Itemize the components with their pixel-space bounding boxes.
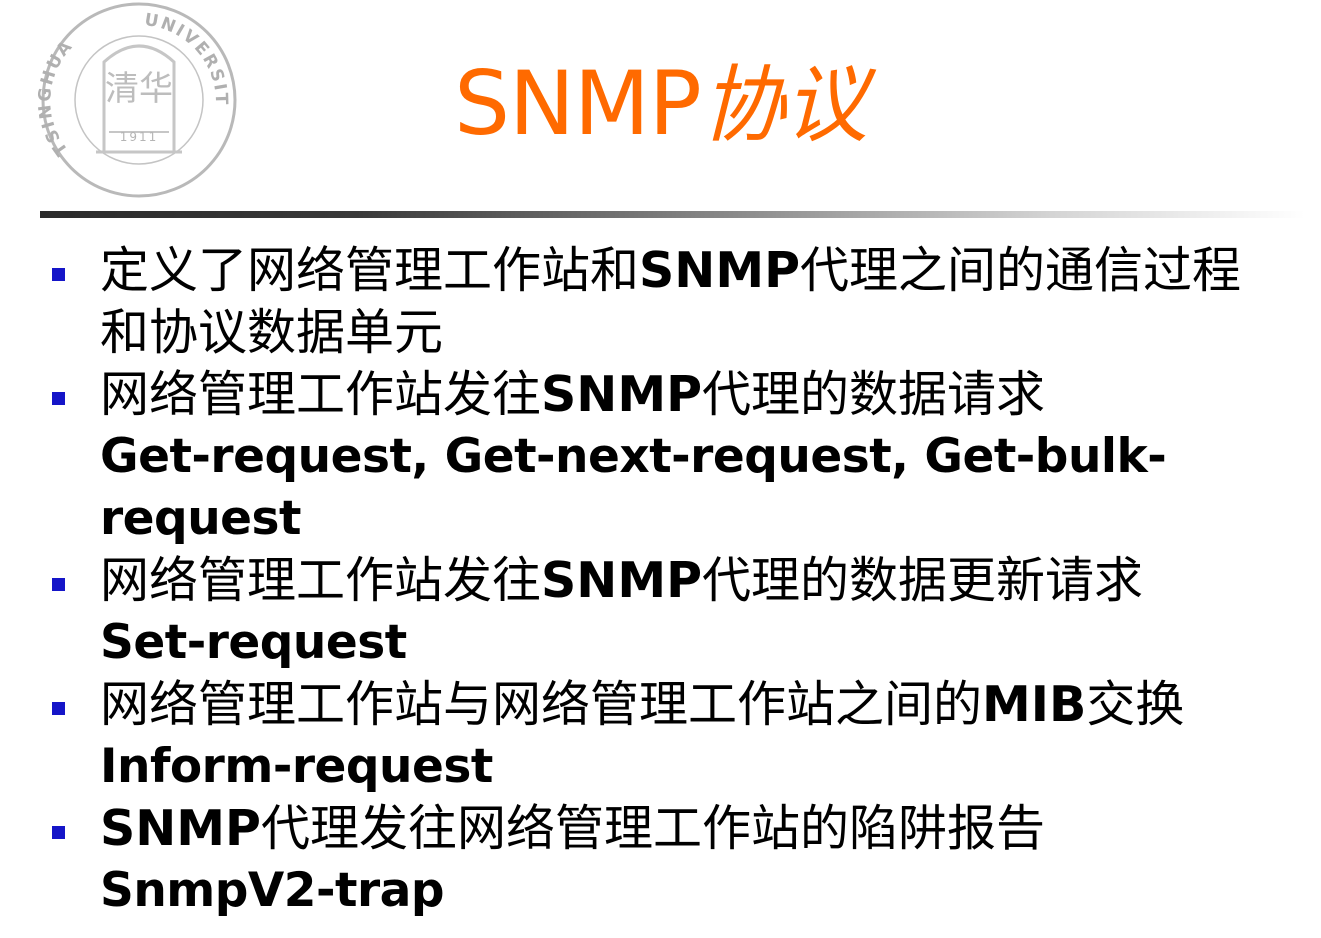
bullet-square-icon (52, 826, 65, 839)
title-latin: SNMP (454, 52, 702, 155)
bullet-item-3: 网络管理工作站发往SNMP代理的数据更新请求 Set-request (0, 550, 1321, 674)
bullet-text: 代理的数据更新请求 (702, 552, 1144, 609)
bullet-line: 网络管理工作站发往SNMP代理的数据更新请求 (100, 550, 1301, 612)
bullet-term: SNMP (639, 242, 800, 299)
bullet-square-icon (52, 268, 65, 281)
bullet-text: 定义了网络管理工作站和 (100, 242, 640, 299)
bullet-line: 和协议数据单元 (100, 304, 444, 361)
bullet-term: SNMP (100, 800, 261, 857)
bullet-item-4: 网络管理工作站与网络管理工作站之间的MIB交换 Inform-request (0, 674, 1321, 798)
bullet-pdu-names: Inform-request (100, 739, 493, 794)
bullet-term: SNMP (541, 366, 702, 423)
bullet-line: SNMP代理发往网络管理工作站的陷阱报告 (100, 798, 1301, 860)
bullet-square-icon (52, 392, 65, 405)
bullet-text: 代理之间的通信过程 (800, 242, 1242, 299)
bullet-term: MIB (982, 676, 1087, 733)
bullet-text: 代理发往网络管理工作站的陷阱报告 (260, 800, 1045, 857)
bullet-list: 定义了网络管理工作站和SNMP代理之间的通信过程 和协议数据单元 网络管理工作站… (0, 240, 1321, 922)
bullet-text: 网络管理工作站发往 (100, 366, 542, 423)
bullet-pdu-names: Get-request, Get-next-request, Get-bulk- (100, 429, 1167, 484)
bullet-pdu-names: SnmpV2-trap (100, 863, 445, 918)
bullet-text: 网络管理工作站与网络管理工作站之间的 (100, 676, 983, 733)
bullet-text: 代理的数据请求 (702, 366, 1046, 423)
bullet-item-1: 定义了网络管理工作站和SNMP代理之间的通信过程 和协议数据单元 (0, 240, 1321, 364)
bullet-item-2: 网络管理工作站发往SNMP代理的数据请求 Get-request, Get-ne… (0, 364, 1321, 550)
bullet-text: 交换 (1086, 676, 1185, 733)
bullet-line: 定义了网络管理工作站和SNMP代理之间的通信过程 (100, 240, 1301, 302)
slide-title: SNMP协议 (0, 54, 1321, 155)
bullet-pdu-names: Set-request (100, 615, 407, 670)
bullet-pdu-names: request (100, 491, 301, 546)
title-chinese: 协议 (700, 56, 868, 154)
bullet-line: 网络管理工作站发往SNMP代理的数据请求 (100, 364, 1301, 426)
title-divider (40, 211, 1305, 218)
bullet-term: SNMP (541, 552, 702, 609)
bullet-line: 网络管理工作站与网络管理工作站之间的MIB交换 (100, 674, 1301, 736)
bullet-square-icon (52, 702, 65, 715)
bullet-item-5: SNMP代理发往网络管理工作站的陷阱报告 SnmpV2-trap (0, 798, 1321, 922)
bullet-square-icon (52, 578, 65, 591)
bullet-text: 网络管理工作站发往 (100, 552, 542, 609)
